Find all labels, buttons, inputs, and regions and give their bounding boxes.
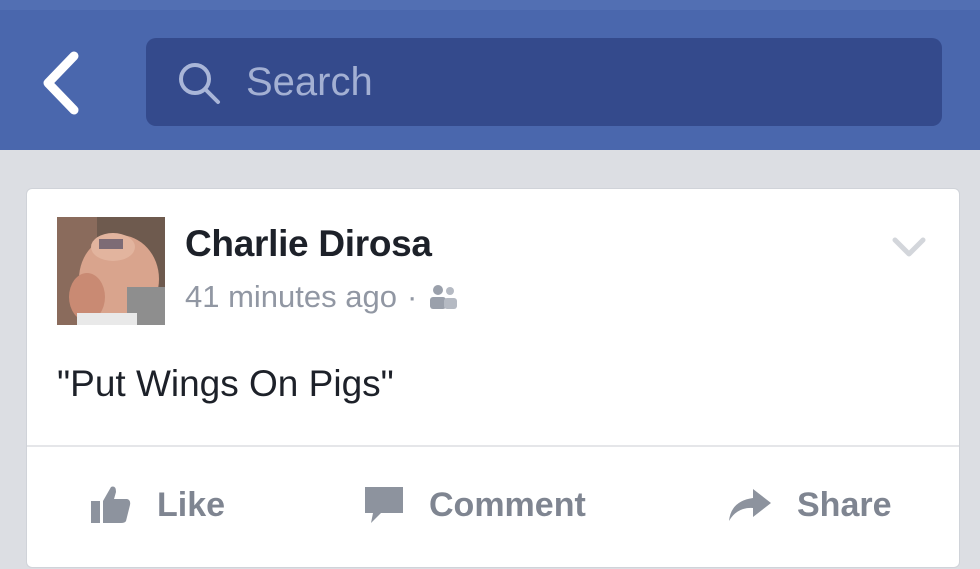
post-meta: 41 minutes ago · [185, 277, 461, 317]
status-bar [0, 0, 980, 10]
comment-button[interactable]: Comment [363, 475, 586, 535]
search-icon [179, 63, 220, 104]
chevron-left-icon [43, 51, 79, 115]
share-button[interactable]: Share [727, 475, 892, 535]
post-options-button[interactable] [891, 235, 927, 259]
share-label: Share [797, 485, 892, 524]
profile-photo [57, 217, 165, 325]
thumbs-up-icon [91, 486, 131, 523]
search-input[interactable] [246, 52, 906, 112]
post-card: Charlie Dirosa 41 minutes ago · "Put Win… [26, 188, 960, 568]
like-button[interactable]: Like [89, 475, 225, 535]
comment-icon [365, 487, 403, 523]
like-label: Like [157, 485, 226, 524]
friends-icon[interactable] [427, 283, 461, 311]
meta-separator: · [406, 279, 418, 314]
top-navigation-bar [0, 0, 980, 150]
avatar[interactable] [57, 217, 165, 325]
back-button[interactable] [36, 48, 92, 118]
search-bar[interactable] [146, 38, 942, 126]
author-name[interactable]: Charlie Dirosa [185, 223, 432, 265]
post-text: "Put Wings On Pigs" [57, 363, 394, 404]
post-actions: Like Comment Share [27, 447, 959, 569]
post-timestamp[interactable]: 41 minutes ago [185, 279, 397, 315]
share-arrow-icon [729, 489, 771, 521]
chevron-down-icon [892, 237, 926, 257]
comment-label: Comment [429, 485, 586, 524]
